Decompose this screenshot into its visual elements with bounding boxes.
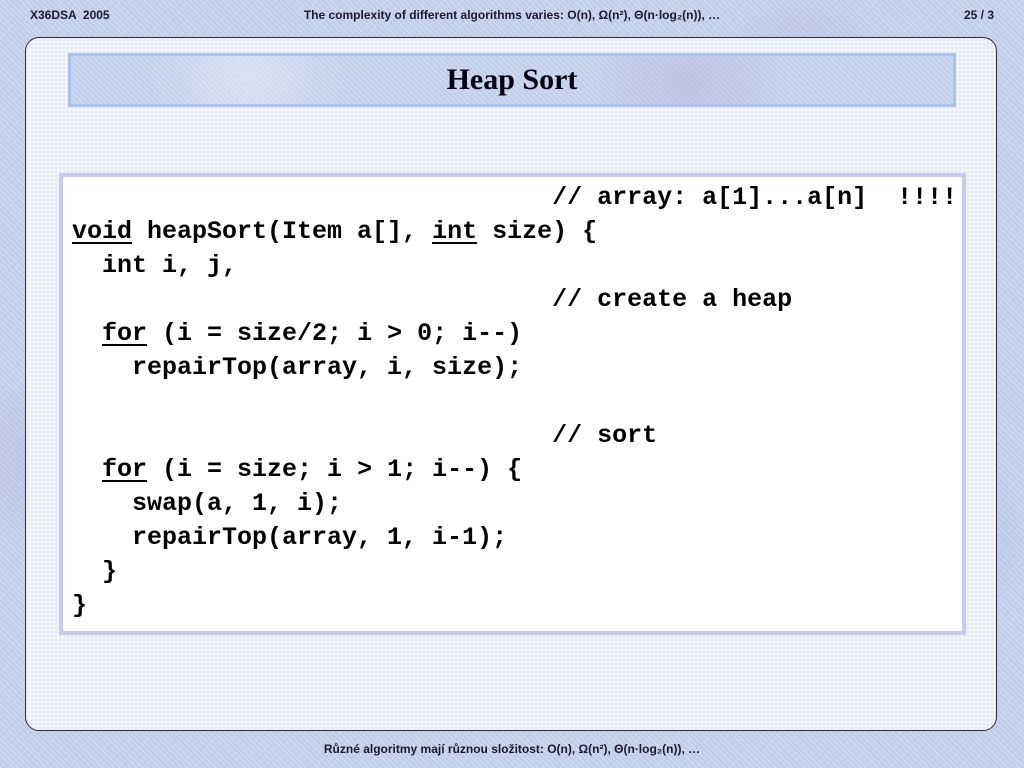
code-line-10: swap(a, 1, i);: [72, 489, 343, 518]
slide-panel: Heap Sort // array: a[1]...a[n] !!!! voi…: [25, 37, 997, 731]
keyword-void: void: [72, 217, 133, 246]
code-line-4: // create a heap: [72, 285, 793, 314]
code-line-13: }: [72, 591, 88, 620]
code-line-6: repairTop(array, i, size);: [72, 353, 523, 382]
slide-header: X36DSA 2005 The complexity of different …: [0, 0, 1024, 30]
keyword-for: for: [102, 319, 148, 348]
page-number: 25 / 3: [963, 8, 994, 22]
code-line-3: int i, j,: [72, 251, 238, 280]
code-line-2: void heapSort(Item a[], int size) {: [72, 215, 962, 249]
title-box: Heap Sort: [68, 53, 956, 107]
slide-title: Heap Sort: [446, 63, 578, 96]
keyword-int: int: [432, 217, 478, 246]
header-subject: The complexity of different algorithms v…: [303, 8, 721, 22]
slide-footer: Různé algoritmy mají různou složitost: O…: [323, 742, 701, 756]
code-line-12: }: [72, 557, 118, 586]
code-line-5: for (i = size/2; i > 0; i--): [72, 317, 962, 351]
code-text: heapSort(Item a[],: [132, 217, 433, 246]
code-line-11: repairTop(array, 1, i-1);: [72, 523, 508, 552]
code-text: size) {: [477, 217, 598, 246]
code-text: (i = size/2; i > 0; i--): [147, 319, 523, 348]
code-line-9: for (i = size; i > 1; i--) {: [72, 453, 962, 487]
code-text: (i = size; i > 1; i--) {: [147, 455, 523, 484]
code-line-1: // array: a[1]...a[n] !!!!: [72, 183, 958, 212]
code-line-8: // sort: [72, 421, 658, 450]
code-block: // array: a[1]...a[n] !!!! void heapSort…: [59, 173, 966, 635]
keyword-for: for: [102, 455, 148, 484]
